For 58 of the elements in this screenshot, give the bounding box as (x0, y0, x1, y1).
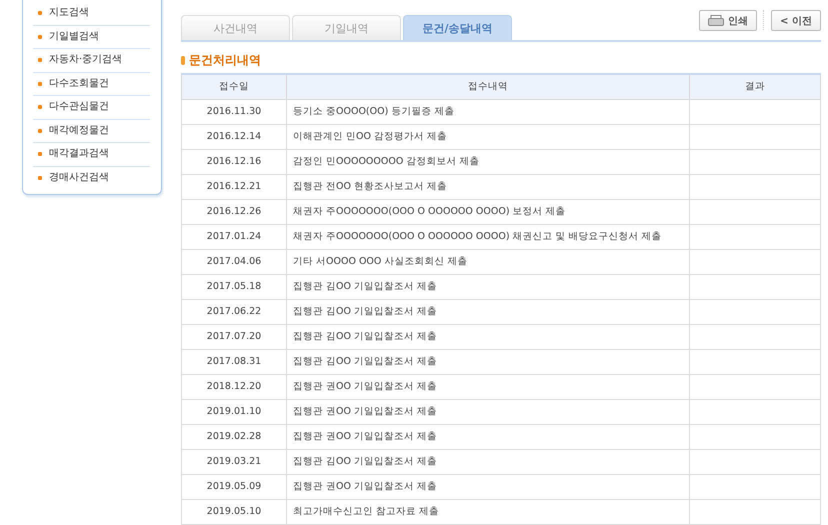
bullet-icon (38, 58, 42, 62)
print-button[interactable]: 인쇄 (699, 10, 758, 31)
bullet-icon (38, 128, 42, 133)
sidebar-item[interactable]: 경매사건검색 (33, 166, 150, 190)
column-header: 접수일 (182, 74, 286, 100)
table-cell: 2019.01.10 (182, 400, 286, 424)
table-cell: 2017.01.24 (182, 224, 286, 250)
sidebar-item[interactable]: 매각예정물건 (33, 120, 150, 143)
table-cell: 2019.05.10 (182, 500, 286, 524)
table-cell: 채권자 주OOOOOOO(OOO O OOOOOO OOOO) 보정서 제출 (286, 200, 690, 224)
back-button[interactable]: < 이전 (771, 10, 821, 31)
table-cell: 2019.03.21 (182, 450, 286, 474)
table-cell: 집행관 권OO 기일입찰조서 제출 (286, 424, 690, 450)
table-cell: 기타 서OOOO OOO 사실조회회신 제출 (286, 250, 690, 274)
table-cell: 집행관 김OO 기일입찰조서 제출 (286, 324, 690, 350)
table-cell: 집행관 김OO 기일입찰조서 제출 (286, 450, 690, 474)
table-cell: 채권자 주OOOOOOO(OOO O OOOOOO OOOO) 채권신고 및 배당요구신청서 제출 (286, 224, 690, 250)
table-cell: 이해관계인 민OO 감정평가서 제출 (286, 124, 690, 150)
table-cell: 등기소 중OOOO(OO) 등기필증 제출 (286, 100, 690, 124)
table-cell: 2016.12.14 (182, 124, 286, 150)
table-cell: 2018.12.20 (182, 374, 286, 400)
table-cell: 2017.05.18 (182, 274, 286, 300)
table-cell: 2016.11.30 (182, 100, 286, 124)
bullet-icon (38, 11, 42, 16)
table-cell: 2017.06.22 (182, 300, 286, 324)
section-title: 문건처리내역 (189, 52, 261, 69)
table-cell: 집행관 권OO 기일입찰조서 제출 (286, 374, 690, 400)
table-cell: 집행관 김OO 기일입찰조서 제출 (286, 300, 690, 324)
table-cell: 2017.04.06 (182, 250, 286, 274)
bullet-icon (38, 105, 42, 110)
column-header: 결과 (690, 74, 820, 100)
table-cell: 2017.08.31 (182, 350, 286, 374)
sidebar-item[interactable]: 매각결과검색 (33, 143, 150, 166)
bullet-icon (38, 34, 42, 39)
bullet-icon (38, 176, 42, 180)
sidebar-item[interactable]: 기일별검색 (33, 26, 150, 49)
sidebar-item[interactable]: 지도검색 (33, 2, 150, 26)
printer-icon (708, 15, 724, 26)
table-cell: 최고가매수신고인 참고자료 제출 (286, 500, 690, 524)
table-cell: 2016.12.21 (182, 174, 286, 200)
table-cell: 2017.07.20 (182, 324, 286, 350)
bullet-icon (38, 152, 42, 156)
table-cell: 집행관 전OO 현황조사보고서 제출 (286, 174, 690, 200)
table-cell: 2019.02.28 (182, 424, 286, 450)
table-cell: 2019.05.09 (182, 474, 286, 500)
table-cell: 집행관 권OO 기일입찰조서 제출 (286, 400, 690, 424)
table-cell: 감정인 민OOOOOOOOO 감정회보서 제출 (286, 150, 690, 174)
table-cell: 2016.12.26 (182, 200, 286, 224)
table-cell: 집행관 권OO 기일입찰조서 제출 (286, 474, 690, 500)
table-cell: 집행관 김OO 기일입찰조서 제출 (286, 274, 690, 300)
bullet-icon (38, 82, 42, 86)
table-cell: 집행관 김OO 기일입찰조서 제출 (286, 350, 690, 374)
bullet-icon (181, 56, 185, 65)
sidebar-item[interactable]: 자동차·중기검색 (33, 49, 150, 72)
column-header: 접수내역 (286, 74, 690, 100)
table-cell: 2016.12.16 (182, 150, 286, 174)
sidebar-item[interactable]: 다수조회물건 (33, 72, 150, 96)
sidebar-item[interactable]: 다수관심물건 (33, 96, 150, 120)
